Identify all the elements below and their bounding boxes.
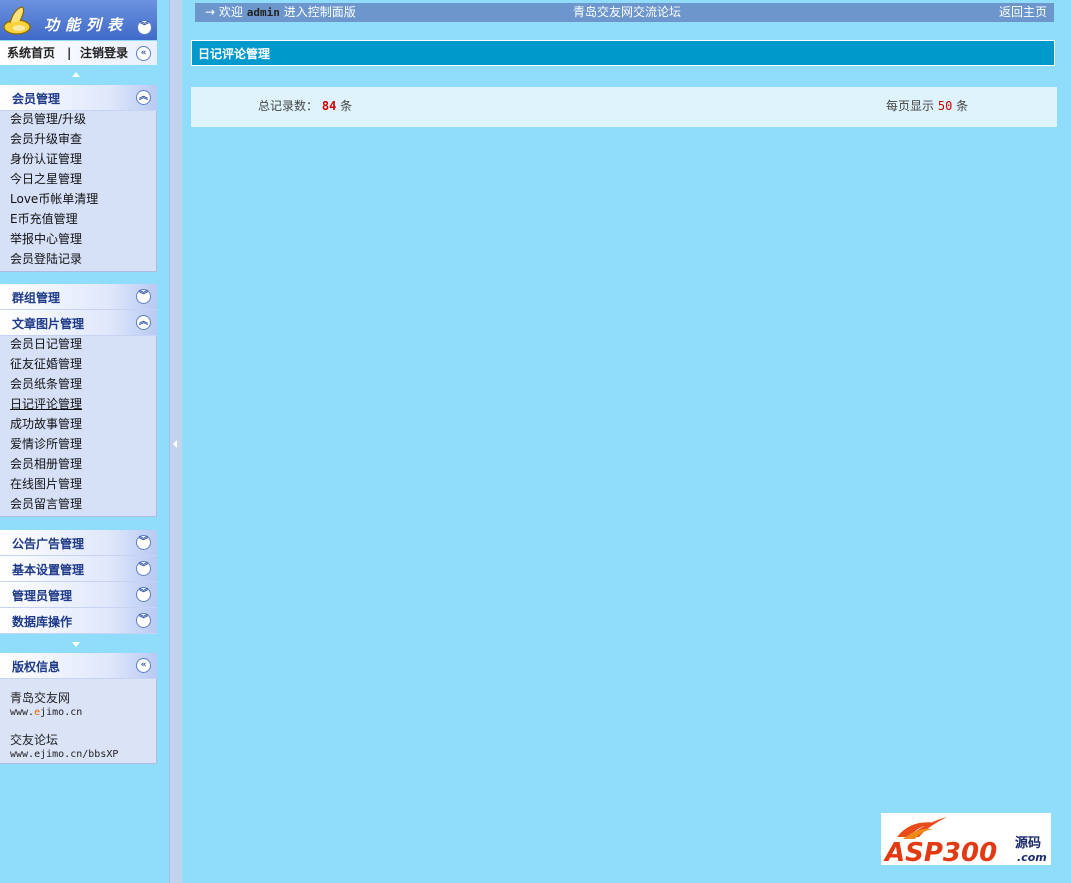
collapse-all-icon[interactable]: ︾ [137,20,152,35]
link-separator: | [67,46,72,60]
group-label: 管理员管理 [12,589,73,603]
copyright-label: 版权信息 [12,660,61,674]
group-label: 文章图片管理 [12,317,85,331]
menu-item-member-upgrade[interactable]: 会员管理/升级 [0,109,156,129]
expand-down-icon[interactable]: ︾ [136,613,151,628]
menu-group-articles: 文章图片管理 ︽ 会员日记管理 征友征婚管理 会员纸条管理 日记评论管理 成功故… [0,310,157,517]
site1-url-pre: www. [10,707,35,718]
menu-item-online-photos[interactable]: 在线图片管理 [0,474,156,494]
collapse-left-icon[interactable]: « [136,658,151,673]
scroll-up-icon[interactable] [72,72,80,77]
collapse-up-icon[interactable]: ︽ [136,90,151,105]
total-unit: 条 [340,99,353,113]
menu-item-identity[interactable]: 身份认证管理 [0,149,156,169]
sidebar: 功能列表 ︾ 系统首页 | 注销登录 « 会员管理 ︽ 会员管理/升级 会员升级… [0,0,158,883]
site1-url-post: jimo.cn [40,707,83,718]
expand-down-icon[interactable]: ︾ [136,561,151,576]
menu-item-star-of-day[interactable]: 今日之星管理 [0,169,156,189]
site1-url[interactable]: www.ejimo.cn [10,707,82,718]
copyright-panel: 版权信息 « 青岛交友网 www.ejimo.cn 交友论坛 www.ejimo… [0,653,157,764]
site2-url[interactable]: www.ejimo.cn/bbsXP [10,749,118,760]
menu-item-notes[interactable]: 会员纸条管理 [0,374,156,394]
menu-item-personals[interactable]: 征友征婚管理 [0,354,156,374]
logout-link[interactable]: 注销登录 [80,41,128,65]
welcome-text: → 欢迎 admin 进入控制面版 [205,3,356,22]
site2-name: 交友论坛 [10,733,59,747]
hand-logo-icon [3,6,31,35]
watermark-cn: 源码 [1015,835,1041,851]
menu-item-success-stories[interactable]: 成功故事管理 [0,414,156,434]
menu-group-admins: 管理员管理 ︾ [0,582,157,608]
menu-group-announcements: 公告广告管理 ︾ [0,530,157,556]
watermark-main: ASP300 [883,838,997,865]
menu-group-members: 会员管理 ︽ 会员管理/升级 会员升级审查 身份认证管理 今日之星管理 Love… [0,85,157,272]
return-home-link[interactable]: 返回主页 [999,3,1047,22]
top-bar: → 欢迎 admin 进入控制面版 青岛交友网交流论坛 返回主页 [195,3,1054,22]
group-label: 会员管理 [12,92,61,106]
menu-item-e-coin[interactable]: E币充值管理 [0,209,156,229]
menu-header: 功能列表 ︾ [0,0,157,40]
arrow-icon: → [205,5,216,19]
group-header-admins[interactable]: 管理员管理 ︾ [0,582,157,608]
asp300-watermark-logo: ASP300 源码 .com [881,813,1051,868]
expand-down-icon[interactable]: ︾ [136,587,151,602]
stats-bar: 总记录数： 84 条 每页显示 50 条 [191,87,1057,127]
menu-item-login-log[interactable]: 会员登陆记录 [0,249,156,269]
group-header-groups[interactable]: 群组管理 ︾ [0,284,157,310]
menu-group-groups: 群组管理 ︾ [0,284,157,310]
group-items: 会员日记管理 征友征婚管理 会员纸条管理 日记评论管理 成功故事管理 爱情诊所管… [0,334,157,517]
forum-link[interactable]: 青岛交友网交流论坛 [573,3,681,22]
menu-item-upgrade-review[interactable]: 会员升级审查 [0,129,156,149]
group-header-database[interactable]: 数据库操作 ︾ [0,608,157,634]
hide-sidebar-icon[interactable]: « [136,46,151,61]
scroll-down-icon[interactable] [72,642,80,647]
expand-down-icon[interactable]: ︾ [136,289,151,304]
menu-group-settings: 基本设置管理 ︾ [0,556,157,582]
menu-item-guestbook[interactable]: 会员留言管理 [0,494,156,514]
group-header-articles[interactable]: 文章图片管理 ︽ [0,310,157,336]
total-label: 总记录数： [258,99,319,113]
menu-item-report-center[interactable]: 举报中心管理 [0,229,156,249]
group-label: 基本设置管理 [12,563,85,577]
home-link[interactable]: 系统首页 [7,41,55,65]
group-header-settings[interactable]: 基本设置管理 ︾ [0,556,157,582]
page-title: 日记评论管理 [191,40,1055,66]
menu-item-diary-comments[interactable]: 日记评论管理 [0,394,156,414]
expand-down-icon[interactable]: ︾ [136,535,151,550]
watermark-com: .com [1017,851,1047,864]
per-page: 每页显示 50 条 [886,87,968,125]
menu-item-love-coin[interactable]: Love币帐单清理 [0,189,156,209]
total-records: 总记录数： 84 条 [258,87,352,125]
username: admin [246,6,280,19]
welcome-suffix: 进入控制面版 [283,5,356,19]
group-header-members[interactable]: 会员管理 ︽ [0,85,157,111]
collapse-up-icon[interactable]: ︽ [136,315,151,330]
sidebar-toggle-bar[interactable] [169,0,182,883]
flame-icon: ASP300 源码 .com [883,817,1047,868]
copyright-body: 青岛交友网 www.ejimo.cn 交友论坛 www.ejimo.cn/bbs… [0,679,157,764]
group-header-announcements[interactable]: 公告广告管理 ︾ [0,530,157,556]
per-page-label: 每页显示 [886,99,935,113]
group-label: 群组管理 [12,291,61,305]
per-page-value: 50 [937,99,953,113]
site1-name: 青岛交友网 [10,691,71,705]
menu-item-albums[interactable]: 会员相册管理 [0,454,156,474]
menu-title: 功能列表 [44,16,129,34]
quick-links: 系统首页 | 注销登录 « [0,41,157,65]
collapse-sidebar-icon[interactable] [173,440,177,448]
menu-item-love-clinic[interactable]: 爱情诊所管理 [0,434,156,454]
welcome-prefix: 欢迎 [218,5,243,19]
group-label: 公告广告管理 [12,537,85,551]
per-page-unit: 条 [956,99,969,113]
menu-group-database: 数据库操作 ︾ [0,608,157,634]
copyright-header: 版权信息 « [0,653,157,679]
group-label: 数据库操作 [12,615,73,629]
total-value: 84 [321,99,337,113]
group-items: 会员管理/升级 会员升级审查 身份认证管理 今日之星管理 Love币帐单清理 E… [0,109,157,272]
menu-item-diary[interactable]: 会员日记管理 [0,334,156,354]
